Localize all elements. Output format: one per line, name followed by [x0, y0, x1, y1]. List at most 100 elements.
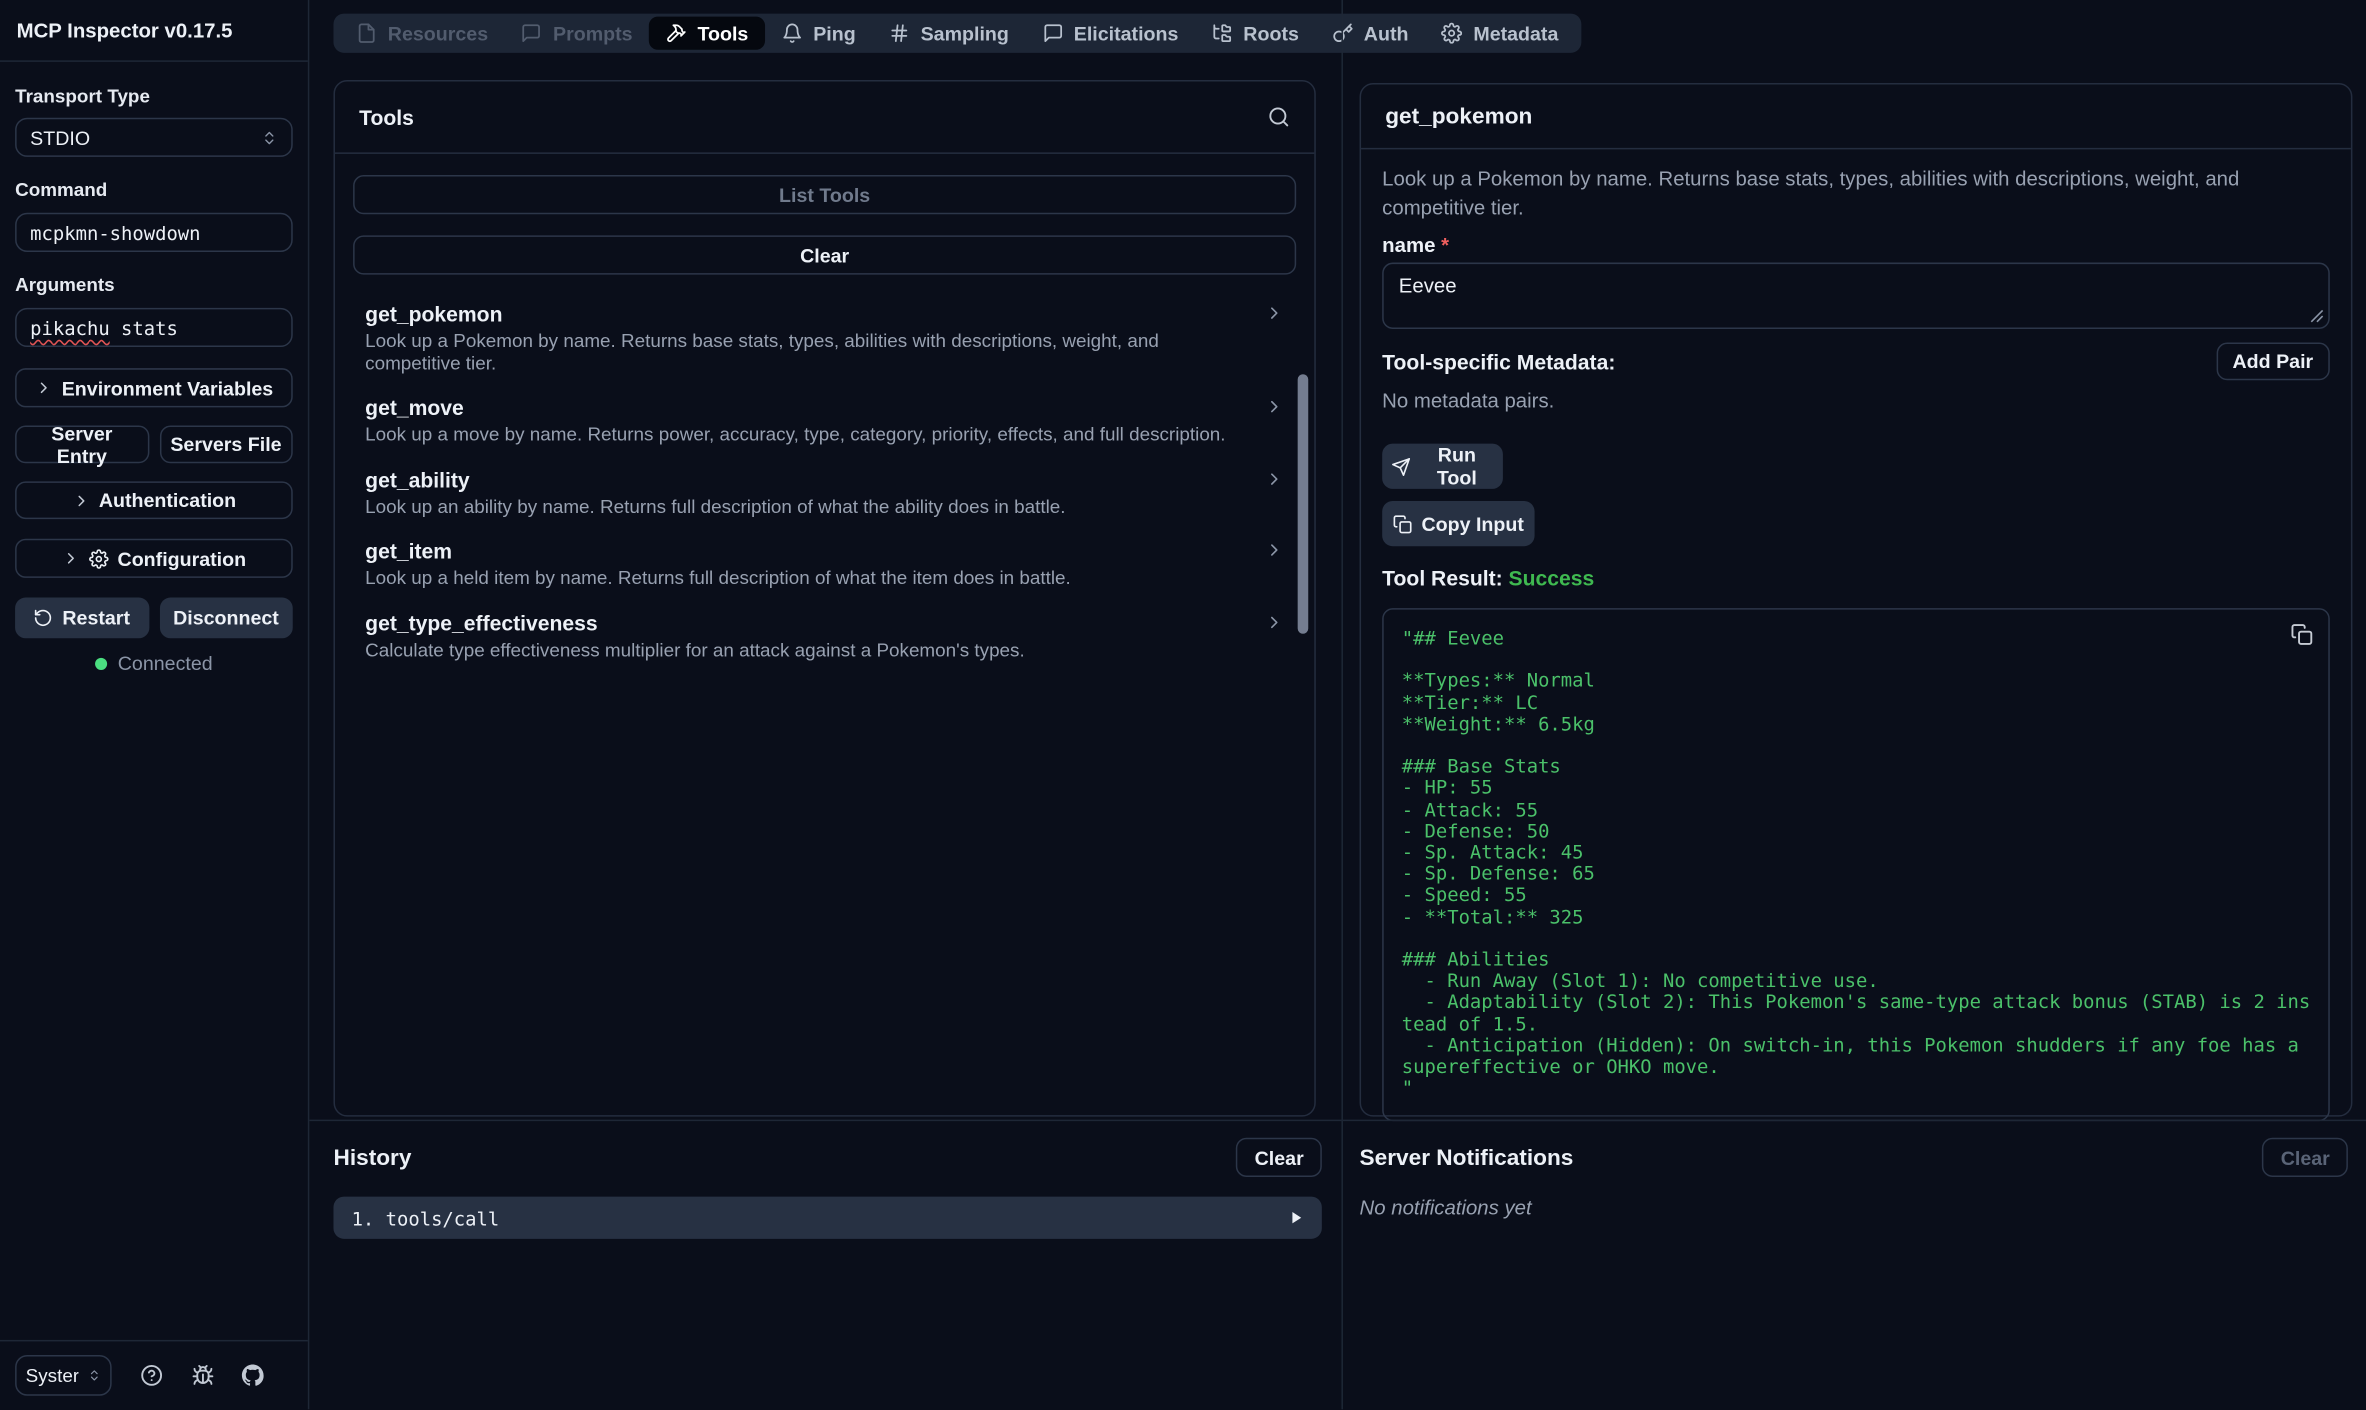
- authentication-label: Authentication: [99, 489, 236, 512]
- history-item-label: 1. tools/call: [352, 1206, 500, 1229]
- history-panel: History Clear 1. tools/call: [309, 1120, 1341, 1410]
- tab-resources[interactable]: Resources: [340, 17, 505, 50]
- environment-variables-label: Environment Variables: [62, 376, 274, 399]
- chevron-right-icon: [35, 379, 53, 397]
- clear-history-label: Clear: [1255, 1146, 1304, 1169]
- list-tools-button[interactable]: List Tools: [353, 175, 1296, 214]
- tab-ping[interactable]: Ping: [765, 17, 872, 50]
- command-value: mcpkmn-showdown: [30, 221, 200, 244]
- arguments-value-rest: stats: [110, 316, 178, 339]
- send-icon: [1391, 456, 1411, 476]
- command-label: Command: [15, 180, 293, 201]
- github-icon: [242, 1364, 265, 1387]
- configuration-button[interactable]: Configuration: [15, 539, 293, 578]
- theme-select[interactable]: Syster: [15, 1355, 112, 1396]
- copy-result-button[interactable]: [2291, 623, 2314, 646]
- restart-button[interactable]: Restart: [15, 598, 149, 639]
- top-nav-tabs: Resources Prompts Tools Ping Sampling El…: [333, 14, 1581, 53]
- clear-notifications-button[interactable]: Clear: [2263, 1138, 2348, 1177]
- sidebar-footer: Syster: [0, 1340, 308, 1409]
- mcp-inspector-app: MCP Inspector v0.17.5 Transport Type STD…: [0, 0, 2366, 1409]
- tool-name: get_ability: [365, 467, 1257, 491]
- tool-list-item-get-type-effectiveness[interactable]: get_type_effectiveness Calculate type ef…: [353, 610, 1296, 661]
- tools-panel-title: Tools: [359, 105, 414, 129]
- add-pair-button[interactable]: Add Pair: [2216, 343, 2330, 381]
- chevron-right-icon: [1264, 397, 1284, 417]
- resize-handle-icon[interactable]: [2310, 309, 2324, 323]
- github-button[interactable]: [242, 1364, 265, 1387]
- expand-play-icon: [1289, 1210, 1304, 1225]
- chevrons-up-down-icon: [88, 1369, 102, 1383]
- app-title: MCP Inspector v0.17.5: [0, 0, 308, 62]
- tab-label: Elicitations: [1074, 22, 1179, 45]
- run-tool-button[interactable]: Run Tool: [1382, 444, 1503, 489]
- tool-description: Look up a held item by name. Returns ful…: [365, 567, 1257, 589]
- add-pair-label: Add Pair: [2233, 350, 2314, 373]
- command-input[interactable]: mcpkmn-showdown: [15, 213, 293, 252]
- tool-detail-panel: get_pokemon Look up a Pokemon by name. R…: [1360, 83, 2353, 1117]
- search-tools-button[interactable]: [1268, 106, 1291, 129]
- tab-tools[interactable]: Tools: [649, 17, 765, 50]
- tools-list-panel: Tools List Tools Clear get_pokemon Look …: [333, 80, 1315, 1117]
- copy-icon: [2291, 623, 2314, 646]
- chevron-right-icon: [1264, 303, 1284, 323]
- servers-file-button[interactable]: Servers File: [159, 426, 293, 464]
- tool-description: Look up an ability by name. Returns full…: [365, 496, 1257, 518]
- tab-elicitations[interactable]: Elicitations: [1025, 17, 1195, 50]
- copy-icon: [1393, 514, 1413, 534]
- restart-icon: [34, 608, 54, 628]
- server-notifications-title: Server Notifications: [1360, 1145, 1574, 1171]
- tool-list-item-get-item[interactable]: get_item Look up a held item by name. Re…: [353, 539, 1296, 590]
- hash-icon: [889, 23, 910, 44]
- transport-type-select[interactable]: STDIO: [15, 118, 293, 157]
- server-notifications-panel: Server Notifications Clear No notificati…: [1343, 1120, 2366, 1410]
- gear-icon: [89, 548, 109, 568]
- tool-description: Look up a Pokemon by name. Returns base …: [365, 330, 1257, 374]
- chevrons-up-down-icon: [261, 129, 278, 146]
- tool-result-label: Tool Result:: [1382, 566, 1502, 590]
- help-circle-icon: [140, 1364, 163, 1387]
- tab-roots[interactable]: Roots: [1195, 17, 1315, 50]
- tab-label: Tools: [697, 22, 748, 45]
- report-bug-button[interactable]: [191, 1364, 214, 1387]
- tab-label: Metadata: [1473, 22, 1558, 45]
- tab-metadata[interactable]: Metadata: [1425, 17, 1575, 50]
- tool-list-item-get-move[interactable]: get_move Look up a move by name. Returns…: [353, 395, 1296, 446]
- tool-name: get_type_effectiveness: [365, 610, 1257, 634]
- disconnect-label: Disconnect: [173, 607, 279, 630]
- arguments-input[interactable]: pikachu stats: [15, 308, 293, 347]
- tab-label: Prompts: [553, 22, 633, 45]
- connection-status: Connected: [15, 652, 293, 675]
- tab-label: Ping: [813, 22, 856, 45]
- environment-variables-button[interactable]: Environment Variables: [15, 368, 293, 407]
- message-square-icon: [521, 23, 542, 44]
- tool-list-item-get-ability[interactable]: get_ability Look up an ability by name. …: [353, 467, 1296, 518]
- clear-history-button[interactable]: Clear: [1237, 1138, 1322, 1177]
- name-field-label: name *: [1382, 234, 2330, 255]
- tab-prompts[interactable]: Prompts: [505, 17, 649, 50]
- copy-input-button[interactable]: Copy Input: [1382, 501, 1534, 546]
- file-icon: [356, 23, 377, 44]
- tab-auth[interactable]: Auth: [1316, 17, 1426, 50]
- clear-tools-button[interactable]: Clear: [353, 235, 1296, 274]
- bug-icon: [191, 1364, 214, 1387]
- arguments-label: Arguments: [15, 275, 293, 296]
- tab-sampling[interactable]: Sampling: [872, 17, 1025, 50]
- search-icon: [1268, 106, 1291, 129]
- tools-list-scrollbar[interactable]: [1298, 374, 1309, 634]
- clear-notifications-label: Clear: [2281, 1146, 2330, 1169]
- authentication-button[interactable]: Authentication: [15, 481, 293, 519]
- arguments-value-misspelled: pikachu: [30, 316, 110, 339]
- tool-name: get_item: [365, 539, 1257, 563]
- help-button[interactable]: [140, 1364, 163, 1387]
- required-asterisk: *: [1441, 234, 1449, 257]
- tool-detail-title: get_pokemon: [1361, 85, 2351, 150]
- history-item-tools-call[interactable]: 1. tools/call: [333, 1197, 1321, 1239]
- name-label-text: name: [1382, 234, 1435, 257]
- name-field-input[interactable]: Eevee: [1384, 264, 2329, 327]
- disconnect-button[interactable]: Disconnect: [159, 598, 293, 639]
- tool-result-status: Success: [1509, 566, 1595, 590]
- history-title: History: [333, 1145, 411, 1171]
- server-entry-button[interactable]: Server Entry: [15, 426, 149, 464]
- tool-list-item-get-pokemon[interactable]: get_pokemon Look up a Pokemon by name. R…: [353, 302, 1296, 374]
